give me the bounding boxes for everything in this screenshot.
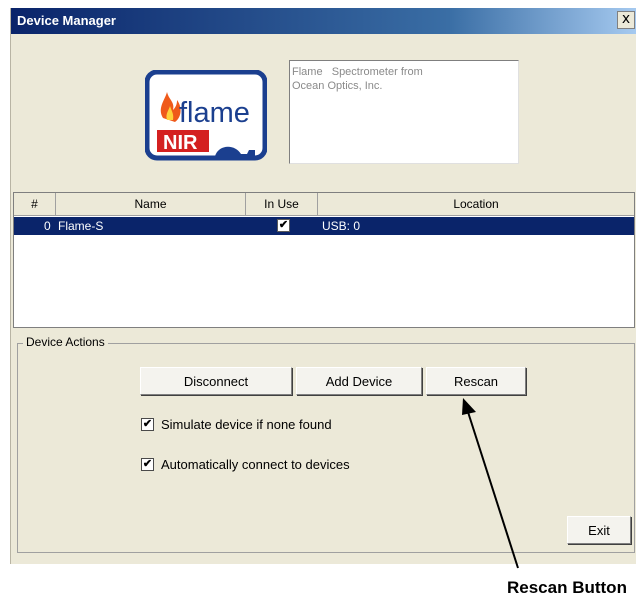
auto-connect-checkbox[interactable]: ✔ bbox=[141, 458, 154, 471]
close-button[interactable]: x bbox=[617, 11, 635, 29]
row-location: USB: 0 bbox=[322, 219, 361, 233]
exit-button[interactable]: Exit bbox=[567, 516, 631, 544]
auto-connect-option[interactable]: ✔ Automatically connect to devices bbox=[141, 457, 350, 472]
simulate-device-label: Simulate device if none found bbox=[161, 417, 332, 432]
row-device-name: Flame-S bbox=[58, 219, 104, 233]
rescan-button-annotation: Rescan Button bbox=[507, 578, 627, 597]
device-table[interactable]: # Name In Use Location 0 Flame-S ✔ USB: … bbox=[13, 192, 635, 328]
add-device-button[interactable]: Add Device bbox=[296, 367, 422, 395]
column-header-name[interactable]: Name bbox=[56, 193, 246, 215]
simulate-device-option[interactable]: ✔ Simulate device if none found bbox=[141, 417, 332, 432]
logo-brand-text: flame bbox=[179, 97, 250, 129]
in-use-checkbox[interactable]: ✔ bbox=[277, 219, 290, 232]
device-description-box: Flame Spectrometer from Ocean Optics, In… bbox=[289, 60, 519, 164]
device-manager-window: Device Manager x flame NIR Flame Spectro… bbox=[10, 8, 636, 564]
close-icon: x bbox=[621, 11, 631, 27]
table-row[interactable]: 0 Flame-S ✔ USB: 0 bbox=[14, 217, 634, 235]
rescan-button[interactable]: Rescan bbox=[426, 367, 526, 395]
row-index: 0 bbox=[44, 219, 51, 233]
flame-nir-logo-icon: flame NIR bbox=[144, 69, 268, 162]
simulate-device-checkbox[interactable]: ✔ bbox=[141, 418, 154, 431]
window-title: Device Manager bbox=[17, 13, 116, 28]
device-actions-label: Device Actions bbox=[23, 335, 108, 349]
disconnect-button[interactable]: Disconnect bbox=[140, 367, 292, 395]
column-header-in-use[interactable]: In Use bbox=[246, 193, 318, 215]
logo-sub-text: NIR bbox=[163, 132, 198, 154]
title-bar: Device Manager x bbox=[11, 8, 636, 34]
device-table-header: # Name In Use Location bbox=[14, 193, 634, 216]
column-header-index[interactable]: # bbox=[14, 193, 56, 215]
auto-connect-label: Automatically connect to devices bbox=[161, 457, 350, 472]
column-header-location[interactable]: Location bbox=[318, 193, 634, 215]
